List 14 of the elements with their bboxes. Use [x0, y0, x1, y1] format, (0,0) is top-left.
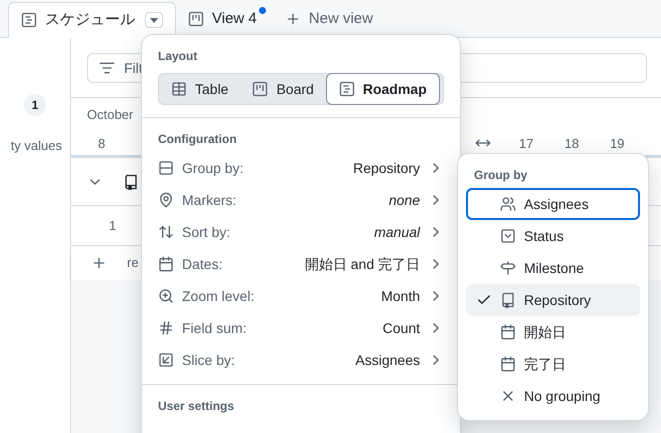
section-title: User settings	[157, 398, 236, 415]
count-badge: 1	[24, 94, 46, 116]
day-label: 8	[98, 135, 106, 153]
month-label: October	[87, 106, 134, 124]
tab-label: View 4	[212, 8, 257, 29]
day-label: 19	[610, 135, 624, 153]
tab-label: スケジュール	[45, 10, 135, 30]
section-title: Layout	[158, 48, 198, 65]
section-title: Configuration	[157, 131, 238, 148]
row-number: 1	[109, 216, 116, 235]
side-label: ty values	[10, 137, 62, 155]
section-title: Group by	[473, 167, 528, 184]
day-label: 17	[519, 135, 534, 153]
day-label: 18	[564, 135, 579, 153]
